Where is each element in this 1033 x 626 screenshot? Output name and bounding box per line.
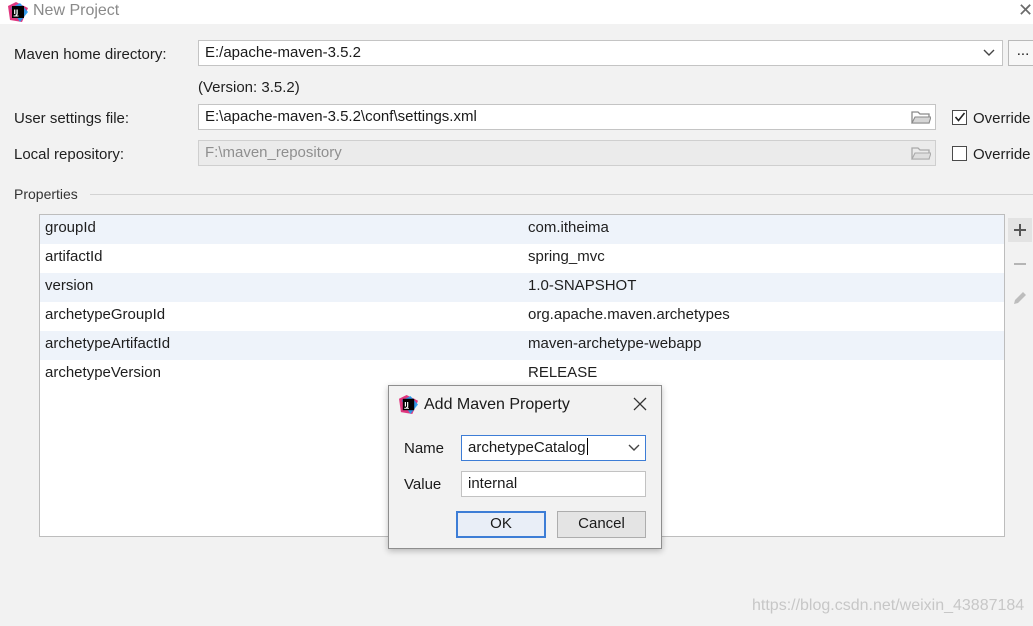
name-combobox[interactable]: archetypeCatalog (461, 435, 646, 461)
local-repository-value: F:\maven_repository (205, 144, 342, 161)
table-row[interactable]: version 1.0-SNAPSHOT (40, 273, 1004, 302)
settings-override-checkbox[interactable] (952, 110, 967, 125)
value-text: internal (468, 475, 518, 492)
checkmark-icon (954, 112, 966, 122)
property-value: RELEASE (528, 364, 598, 381)
intellij-logo-icon: IJ (8, 2, 28, 22)
plus-icon[interactable] (1008, 218, 1032, 242)
name-label: Name (404, 440, 445, 457)
property-value: com.itheima (528, 219, 609, 236)
watermark-text: https://blog.csdn.net/weixin_43887184 (752, 597, 1025, 614)
property-key: artifactId (45, 248, 103, 265)
add-maven-property-dialog[interactable]: IJ Add Maven Property Name archetypeCata… (388, 385, 662, 549)
property-value: 1.0-SNAPSHOT (528, 277, 637, 294)
repo-override-label: Override (973, 146, 1031, 163)
table-row[interactable]: archetypeArtifactId maven-archetype-weba… (40, 331, 1004, 360)
window-close-icon[interactable]: ✕ (1018, 0, 1033, 21)
property-value: maven-archetype-webapp (528, 335, 702, 352)
local-repository-field: F:\maven_repository (198, 140, 936, 166)
pencil-icon[interactable] (1008, 286, 1032, 310)
logo-text: IJ (404, 401, 409, 408)
logo-text: IJ (14, 8, 19, 16)
settings-override-label: Override (973, 110, 1031, 127)
folder-icon[interactable] (911, 109, 931, 125)
title-bar: IJ New Project ✕ (0, 0, 1033, 24)
user-settings-field[interactable]: E:\apache-maven-3.5.2\conf\settings.xml (198, 104, 936, 130)
property-key: groupId (45, 219, 96, 236)
chevron-down-icon[interactable] (982, 43, 996, 63)
property-key: archetypeVersion (45, 364, 161, 381)
user-settings-label: User settings file: (14, 110, 130, 127)
table-row[interactable]: archetypeGroupId org.apache.maven.archet… (40, 302, 1004, 331)
table-row[interactable]: groupId com.itheima (40, 215, 1004, 244)
user-settings-value: E:\apache-maven-3.5.2\conf\settings.xml (205, 108, 477, 125)
property-key: version (45, 277, 94, 294)
property-key: archetypeArtifactId (45, 335, 171, 352)
folder-icon (911, 147, 931, 160)
properties-toolbar (1005, 214, 1033, 324)
window-title: New Project (33, 2, 120, 19)
minus-icon[interactable] (1008, 252, 1032, 276)
value-input[interactable]: internal (461, 471, 646, 497)
properties-section-title: Properties (14, 186, 78, 202)
text-caret (586, 438, 588, 455)
ok-button[interactable]: OK (456, 511, 546, 538)
local-repository-label: Local repository: (14, 146, 125, 163)
maven-home-value: E:/apache-maven-3.5.2 (205, 44, 361, 61)
maven-home-label: Maven home directory: (14, 46, 167, 63)
dialog-title: Add Maven Property (424, 396, 570, 413)
close-icon[interactable] (631, 395, 649, 413)
value-label: Value (404, 476, 442, 493)
property-value: spring_mvc (528, 248, 605, 265)
property-value: org.apache.maven.archetypes (528, 306, 730, 323)
table-row[interactable]: artifactId spring_mvc (40, 244, 1004, 273)
property-key: archetypeGroupId (45, 306, 166, 323)
name-value: archetypeCatalog (468, 439, 586, 456)
maven-version-text: (Version: 3.5.2) (198, 79, 300, 96)
section-divider (90, 194, 1033, 195)
maven-home-combobox[interactable]: E:/apache-maven-3.5.2 (198, 40, 1003, 66)
chevron-down-icon[interactable] (627, 438, 641, 458)
maven-home-browse-button[interactable]: ... (1008, 40, 1033, 66)
cancel-button[interactable]: Cancel (557, 511, 646, 538)
intellij-logo-icon: IJ (399, 395, 418, 414)
repo-override-checkbox[interactable] (952, 146, 967, 161)
